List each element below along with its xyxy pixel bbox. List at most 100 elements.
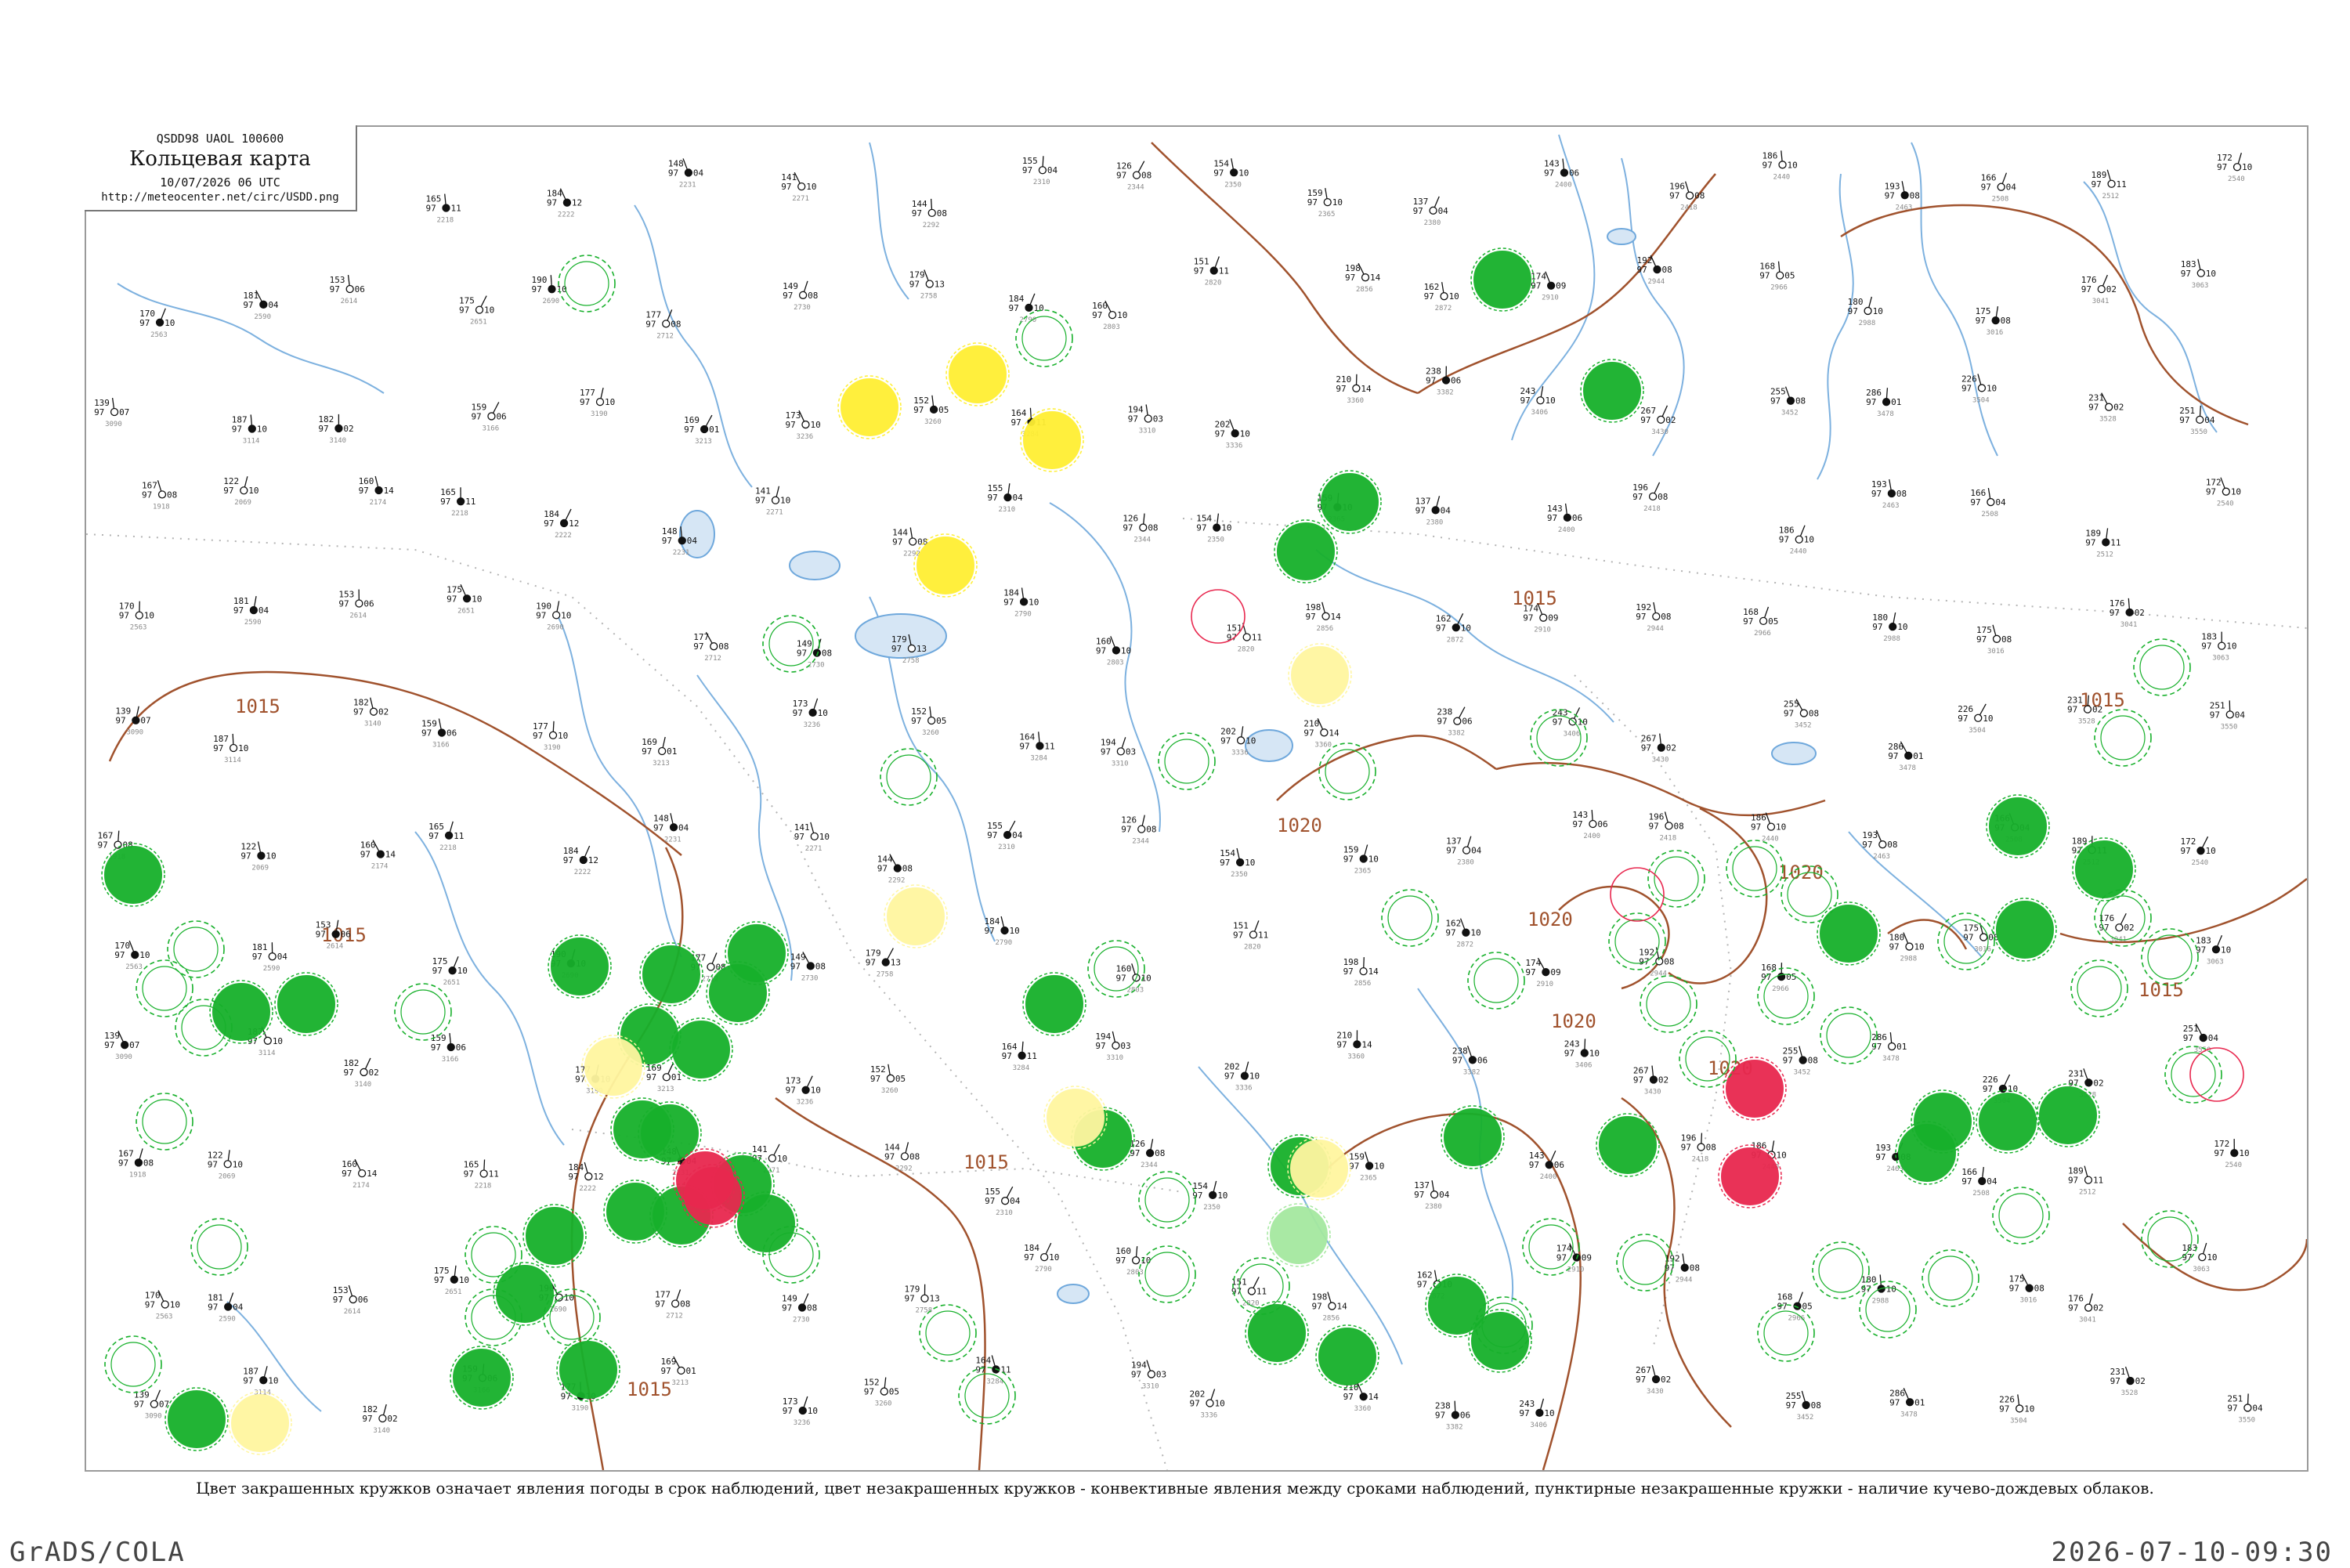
weather-circle-fog_light[interactable] bbox=[582, 1035, 645, 1098]
station-plot[interactable]: 19397082463 bbox=[1885, 181, 1920, 211]
station-plot[interactable]: 15297053260 bbox=[911, 706, 946, 737]
station-plot[interactable]: 14997082730 bbox=[782, 1293, 817, 1324]
weather-circle-rain[interactable] bbox=[735, 1192, 797, 1255]
convective-ring[interactable] bbox=[920, 1305, 976, 1361]
station-plot[interactable]: 18197042590 bbox=[243, 291, 279, 321]
station-plot[interactable]: 28697013478 bbox=[1889, 1388, 1925, 1418]
convective-ring[interactable] bbox=[959, 1367, 1015, 1424]
station-plot[interactable]: 15197112820 bbox=[1194, 256, 1229, 287]
station-plot[interactable]: 17297102540 bbox=[2180, 836, 2215, 867]
convective-ring[interactable] bbox=[1758, 1305, 1814, 1361]
station-plot[interactable]: 15497102350 bbox=[1192, 1181, 1227, 1212]
station-plot[interactable]: 19497033310 bbox=[1101, 737, 1136, 768]
station-plot[interactable]: 17797103190 bbox=[533, 721, 568, 752]
station-plot[interactable]: 20297103336 bbox=[1224, 1062, 1260, 1093]
station-plot[interactable]: 12297102069 bbox=[208, 1150, 243, 1180]
station-plot[interactable]: 19297082944 bbox=[1665, 1254, 1700, 1284]
weather-circle-rain[interactable] bbox=[450, 1346, 513, 1409]
station-plot[interactable]: 15197112820 bbox=[1231, 1277, 1267, 1307]
station-plot[interactable]: 19497033310 bbox=[1128, 405, 1163, 435]
station-plot[interactable]: 17297102540 bbox=[2214, 1139, 2249, 1169]
station-plot[interactable]: 19397082463 bbox=[1862, 830, 1897, 861]
station-plot[interactable]: 16997013213 bbox=[642, 737, 677, 768]
station-plot[interactable]: 18397103063 bbox=[2201, 632, 2236, 663]
station-plot[interactable]: 18197042590 bbox=[252, 942, 288, 973]
station-plot[interactable]: 15297053260 bbox=[913, 396, 949, 426]
station-plot[interactable]: 17997132758 bbox=[909, 270, 945, 301]
station-plot[interactable]: 18097102988 bbox=[1889, 933, 1924, 963]
convective-ring[interactable] bbox=[136, 1093, 193, 1150]
weather-circle-shower_light[interactable] bbox=[1267, 1204, 1330, 1266]
station-plot[interactable]: 17397103236 bbox=[783, 1396, 818, 1427]
station-plot[interactable]: 16497113284 bbox=[1002, 1042, 1037, 1072]
weather-circle-rain[interactable] bbox=[1471, 248, 1534, 311]
station-plot[interactable]: 17397103236 bbox=[786, 1076, 821, 1107]
weather-circle-rain[interactable] bbox=[494, 1263, 556, 1325]
station-plot[interactable]: 17597083016 bbox=[1976, 625, 2012, 656]
station-plot[interactable]: 16697042508 bbox=[1981, 173, 2017, 204]
station-plot[interactable]: 17397103236 bbox=[793, 699, 828, 729]
weather-circle-fog_light[interactable] bbox=[1289, 644, 1351, 706]
station-plot[interactable]: 15997063166 bbox=[421, 719, 457, 750]
convective-ring[interactable] bbox=[2071, 960, 2128, 1017]
station-plot[interactable]: 18497102790 bbox=[1024, 1243, 1059, 1274]
station-plot[interactable]: 23897063382 bbox=[1426, 367, 1461, 397]
convective-ring[interactable] bbox=[191, 1219, 248, 1275]
convective-ring[interactable] bbox=[880, 749, 937, 805]
weather-circle-rain[interactable] bbox=[1817, 902, 1880, 965]
weather-circle-fog_light[interactable] bbox=[229, 1392, 291, 1454]
weather-circle-fog[interactable] bbox=[1021, 409, 1083, 471]
station-plot[interactable]: 18997112512 bbox=[2068, 1166, 2103, 1197]
thunder-ring-icon[interactable] bbox=[1191, 590, 1245, 643]
station-plot[interactable]: 18697102440 bbox=[1751, 813, 1786, 844]
weather-circle-rain[interactable] bbox=[670, 1018, 732, 1081]
station-plot[interactable]: 18197042590 bbox=[208, 1292, 244, 1323]
weather-circle-rain[interactable] bbox=[1469, 1310, 1531, 1372]
station-plot[interactable]: 15997102365 bbox=[1349, 1151, 1384, 1182]
station-plot[interactable]: 13797042380 bbox=[1446, 836, 1482, 867]
weather-circle-rain[interactable] bbox=[1896, 1122, 1958, 1184]
station-plot[interactable]: 18997112512 bbox=[2085, 528, 2120, 558]
convective-ring[interactable] bbox=[1993, 1187, 2049, 1244]
station-plot[interactable]: 24397103406 bbox=[1519, 1399, 1554, 1429]
station-plot[interactable]: 25197043550 bbox=[2179, 406, 2215, 436]
station-plot[interactable]: 17597083016 bbox=[2009, 1274, 2044, 1305]
convective-ring[interactable] bbox=[1319, 743, 1376, 800]
station-plot[interactable]: 19897142856 bbox=[1311, 1292, 1347, 1323]
station-plot[interactable]: 17797103190 bbox=[580, 388, 615, 418]
station-plot[interactable]: 14197102271 bbox=[755, 486, 790, 517]
station-plot[interactable]: 15997063166 bbox=[471, 402, 506, 432]
station-plot[interactable]: 16697042508 bbox=[1970, 488, 2006, 518]
station-plot[interactable]: 14397062400 bbox=[1547, 504, 1582, 534]
weather-circle-rain[interactable] bbox=[640, 943, 703, 1006]
station-plot[interactable]: 21097143360 bbox=[1336, 1030, 1372, 1060]
station-plot[interactable]: 16097102803 bbox=[1115, 963, 1151, 994]
weather-circle-rain[interactable] bbox=[1316, 1325, 1379, 1388]
weather-circle-thunder[interactable] bbox=[674, 1149, 736, 1212]
weather-circle-rain[interactable] bbox=[557, 1339, 620, 1401]
station-plot[interactable]: 15397062614 bbox=[333, 1285, 368, 1316]
station-plot[interactable]: 16497113284 bbox=[1019, 732, 1054, 762]
station-plot[interactable]: 25597083452 bbox=[1786, 1391, 1821, 1422]
weather-circle-rain[interactable] bbox=[1976, 1090, 2039, 1153]
station-plot[interactable]: 17097102563 bbox=[139, 309, 175, 339]
station-plot[interactable]: 16497113284 bbox=[975, 1355, 1010, 1386]
station-plot[interactable]: 25197043550 bbox=[2210, 700, 2246, 731]
convective-ring[interactable] bbox=[1468, 952, 1524, 1009]
station-plot[interactable]: 18397103063 bbox=[2196, 935, 2231, 966]
station-plot[interactable]: 18697102440 bbox=[1762, 150, 1798, 181]
station-plot[interactable]: 12697082344 bbox=[1121, 815, 1156, 846]
station-plot[interactable]: 16797081918 bbox=[118, 1148, 154, 1179]
weather-circle-rain[interactable] bbox=[1274, 520, 1337, 583]
station-plot[interactable]: 23897063382 bbox=[1437, 707, 1472, 738]
weather-circle-rain[interactable] bbox=[1441, 1106, 1504, 1169]
station-plot[interactable]: 25197043550 bbox=[2183, 1024, 2219, 1054]
station-plot[interactable]: 18497122222 bbox=[544, 509, 579, 540]
weather-circle-rain[interactable] bbox=[1581, 359, 1643, 422]
station-plot[interactable]: 15597042310 bbox=[1022, 156, 1058, 186]
weather-circle-rain[interactable] bbox=[611, 1098, 674, 1161]
station-plot[interactable]: 26797023430 bbox=[1640, 406, 1676, 436]
station-plot[interactable]: 17497092910 bbox=[1556, 1243, 1592, 1274]
station-plot[interactable]: 13997073090 bbox=[104, 1031, 139, 1061]
station-plot[interactable]: 18297023140 bbox=[344, 1058, 379, 1089]
